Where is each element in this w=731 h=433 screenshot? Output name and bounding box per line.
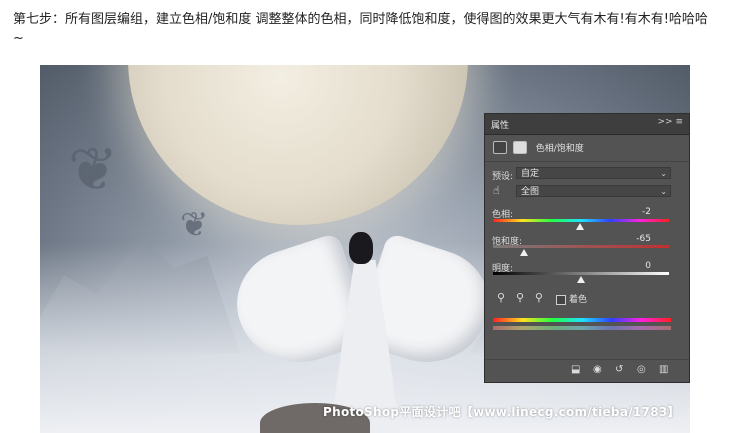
hue-slider-thumb[interactable]	[576, 223, 585, 230]
preset-dropdown[interactable]: 自定 ⌄	[516, 167, 671, 179]
trash-icon[interactable]: ▥	[659, 364, 668, 375]
divider	[485, 161, 689, 162]
butterfly-decoration: ❦	[68, 135, 119, 205]
panel-menu-button[interactable]: >> ≡	[658, 117, 684, 127]
layer-mask-icon[interactable]	[512, 141, 527, 154]
adjustment-layer-icon[interactable]	[493, 141, 507, 154]
chevron-down-icon: ⌄	[660, 187, 667, 196]
colorize-label: 着色	[569, 295, 588, 305]
saturation-slider-track[interactable]	[493, 245, 669, 248]
eyedropper-plus-icon[interactable]: ⚲	[516, 291, 524, 304]
input-color-bar	[493, 318, 671, 322]
targeted-adjustment-hand-icon[interactable]: ☝	[493, 184, 509, 198]
adjustment-type-label: 色相/饱和度	[535, 144, 584, 154]
artwork-image: ❦ ❦ PhotoShop平面设计吧【www.linecg.com/tieba/…	[40, 65, 690, 433]
panel-footer: ⬓ ◉ ↺ ◎ ▥	[485, 359, 689, 382]
channel-value: 全图	[521, 187, 540, 197]
moon	[128, 65, 468, 225]
lightness-slider-thumb[interactable]	[577, 276, 585, 283]
chevron-down-icon: ⌄	[660, 169, 667, 178]
preset-label: 预设:	[492, 172, 514, 182]
saturation-slider-thumb[interactable]	[519, 249, 528, 256]
reset-icon[interactable]: ↺	[615, 364, 623, 375]
properties-panel: 属性 >> ≡ 色相/饱和度 预设: 自定 ⌄ ☝ 全图 ⌄ 色相: -2 饱和…	[484, 113, 690, 383]
hue-value[interactable]: -2	[642, 207, 651, 217]
lightness-slider-track[interactable]	[493, 272, 669, 275]
lightness-value[interactable]: 0	[645, 261, 651, 271]
saturation-value[interactable]: -65	[636, 234, 651, 244]
eyedropper-icon[interactable]: ⚲	[497, 291, 505, 304]
checkbox-box[interactable]	[556, 294, 566, 305]
view-previous-icon[interactable]: ◉	[593, 364, 602, 375]
adjustment-type-row: 色相/饱和度	[493, 141, 681, 155]
panel-title: 属性	[491, 121, 510, 131]
hue-slider-track[interactable]	[493, 219, 669, 222]
eyedropper-tools: ⚲ ⚲ ⚲	[497, 291, 551, 304]
visibility-icon[interactable]: ◎	[637, 364, 646, 375]
preset-value: 自定	[521, 169, 540, 179]
head	[349, 232, 373, 264]
clip-to-layer-icon[interactable]: ⬓	[571, 364, 580, 375]
panel-header: 属性 >> ≡	[485, 114, 689, 135]
colorize-checkbox[interactable]: 着色	[556, 292, 587, 305]
butterfly-decoration: ❦	[180, 205, 209, 245]
eyedropper-minus-icon[interactable]: ⚲	[535, 291, 543, 304]
channel-dropdown[interactable]: 全图 ⌄	[516, 185, 671, 197]
output-color-bar	[493, 326, 671, 330]
watermark: PhotoShop平面设计吧【www.linecg.com/tieba/1783…	[323, 405, 680, 419]
article-intro: 第七步：所有图层编组，建立色相/饱和度 调整整体的色相，同时降低饱和度，使得图的…	[13, 12, 708, 46]
